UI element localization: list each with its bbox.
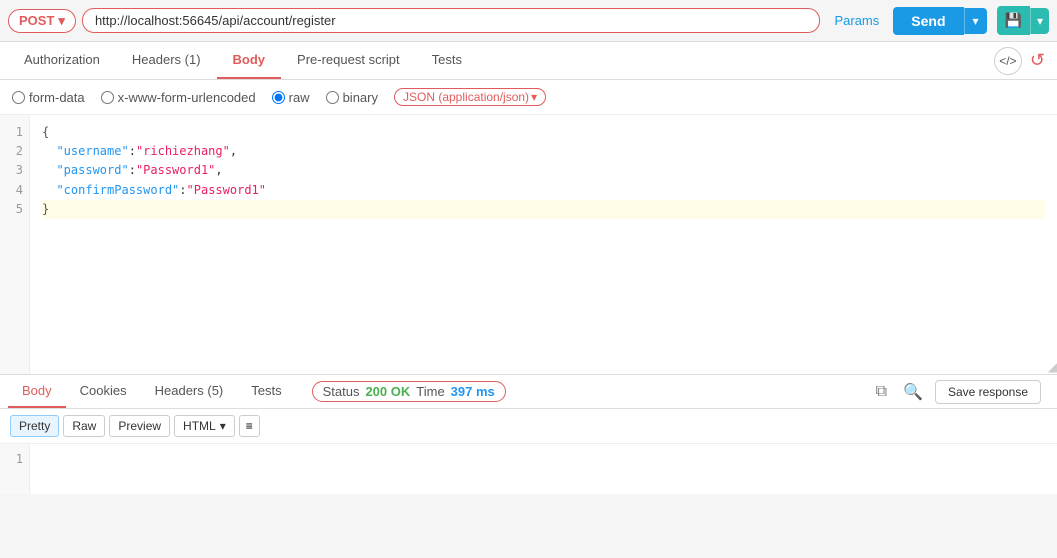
line-num-5: 5 (6, 200, 23, 219)
body-options: form-data x-www-form-urlencoded raw bina… (0, 80, 1057, 115)
bottom-right-actions: ⧉ 🔍 Save response (872, 378, 1049, 406)
status-circle: Status 200 OK Time 397 ms (312, 381, 506, 402)
bottom-line-numbers: 1 (0, 444, 30, 494)
line-numbers: 1 2 3 4 5 (0, 115, 30, 374)
tab-body[interactable]: Body (217, 42, 282, 79)
search-icon: 🔍 (903, 384, 923, 401)
bottom-tab-tests[interactable]: Tests (237, 375, 295, 408)
save-group: 💾 ▾ (993, 6, 1049, 35)
bottom-editor: 1 (0, 444, 1057, 494)
refresh-icon: ↺ (1030, 50, 1045, 70)
radio-form-data[interactable] (12, 91, 25, 104)
bottom-panel: Body Cookies Headers (5) Tests Status 20… (0, 375, 1057, 494)
url-input[interactable] (82, 8, 821, 33)
wrap-icon: ≡ (246, 419, 253, 433)
save-dropdown-button[interactable]: ▾ (1030, 8, 1049, 34)
resize-handle[interactable]: ◢ (1043, 360, 1057, 374)
save-icon-button[interactable]: 💾 (997, 6, 1030, 35)
json-badge[interactable]: JSON (application/json) ▾ (394, 88, 546, 106)
save-icon: 💾 (1005, 12, 1022, 28)
bottom-tab-bar: Body Cookies Headers (5) Tests Status 20… (0, 375, 1057, 409)
bottom-tab-headers[interactable]: Headers (5) (141, 375, 238, 408)
code-icon: </> (999, 54, 1016, 68)
top-bar: POST ▾ Params Send ▾ 💾 ▾ (0, 0, 1057, 42)
wrap-button[interactable]: ≡ (239, 415, 260, 437)
line-num-4: 4 (6, 181, 23, 200)
line-num-2: 2 (6, 142, 23, 161)
status-value: 200 OK (365, 384, 410, 399)
radio-urlencoded[interactable] (101, 91, 114, 104)
fmt-raw-button[interactable]: Raw (63, 415, 105, 437)
line-num-3: 3 (6, 161, 23, 180)
fmt-pretty-button[interactable]: Pretty (10, 415, 59, 437)
params-button[interactable]: Params (826, 9, 887, 32)
send-group: Send ▾ (893, 7, 986, 35)
method-label: POST (19, 13, 54, 28)
send-button[interactable]: Send (893, 7, 963, 35)
bottom-code-area[interactable] (30, 444, 1057, 494)
send-dropdown-button[interactable]: ▾ (964, 8, 987, 34)
editor-area: 1 2 3 4 5 { "username":"richiezhang", "p… (0, 115, 1057, 375)
tab-pre-request[interactable]: Pre-request script (281, 42, 416, 79)
option-form-data[interactable]: form-data (12, 90, 85, 105)
tab-bar-right: </> ↺ (994, 47, 1049, 75)
bottom-line-num-1: 1 (6, 450, 23, 469)
bottom-tab-cookies[interactable]: Cookies (66, 375, 141, 408)
tab-bar: Authorization Headers (1) Body Pre-reque… (0, 42, 1057, 80)
option-urlencoded[interactable]: x-www-form-urlencoded (101, 90, 256, 105)
refresh-button[interactable]: ↺ (1030, 50, 1045, 71)
fmt-preview-button[interactable]: Preview (109, 415, 170, 437)
tab-headers[interactable]: Headers (1) (116, 42, 217, 79)
option-raw[interactable]: raw (272, 90, 310, 105)
code-editor[interactable]: { "username":"richiezhang", "password":"… (30, 115, 1057, 374)
option-binary[interactable]: binary (326, 90, 378, 105)
tab-authorization[interactable]: Authorization (8, 42, 116, 79)
status-info: Status 200 OK Time 397 ms (312, 381, 506, 402)
json-badge-label: JSON (application/json) (403, 90, 529, 104)
time-value: 397 ms (451, 384, 495, 399)
line-num-1: 1 (6, 123, 23, 142)
copy-icon: ⧉ (876, 383, 887, 400)
radio-raw[interactable] (272, 91, 285, 104)
format-bar: Pretty Raw Preview HTML ▾ ≡ (0, 409, 1057, 444)
status-label: Status (323, 384, 360, 399)
method-button[interactable]: POST ▾ (8, 9, 76, 33)
format-select-label: HTML (183, 419, 216, 433)
format-select[interactable]: HTML ▾ (174, 415, 235, 437)
method-dropdown-icon: ▾ (58, 13, 65, 29)
copy-button[interactable]: ⧉ (872, 379, 891, 405)
radio-binary[interactable] (326, 91, 339, 104)
format-select-icon: ▾ (220, 419, 226, 433)
search-button[interactable]: 🔍 (899, 378, 927, 406)
code-button[interactable]: </> (994, 47, 1022, 75)
json-dropdown-icon: ▾ (531, 90, 537, 104)
save-response-button[interactable]: Save response (935, 380, 1041, 404)
time-label: Time (416, 384, 444, 399)
bottom-tab-body[interactable]: Body (8, 375, 66, 408)
tab-tests[interactable]: Tests (416, 42, 478, 79)
